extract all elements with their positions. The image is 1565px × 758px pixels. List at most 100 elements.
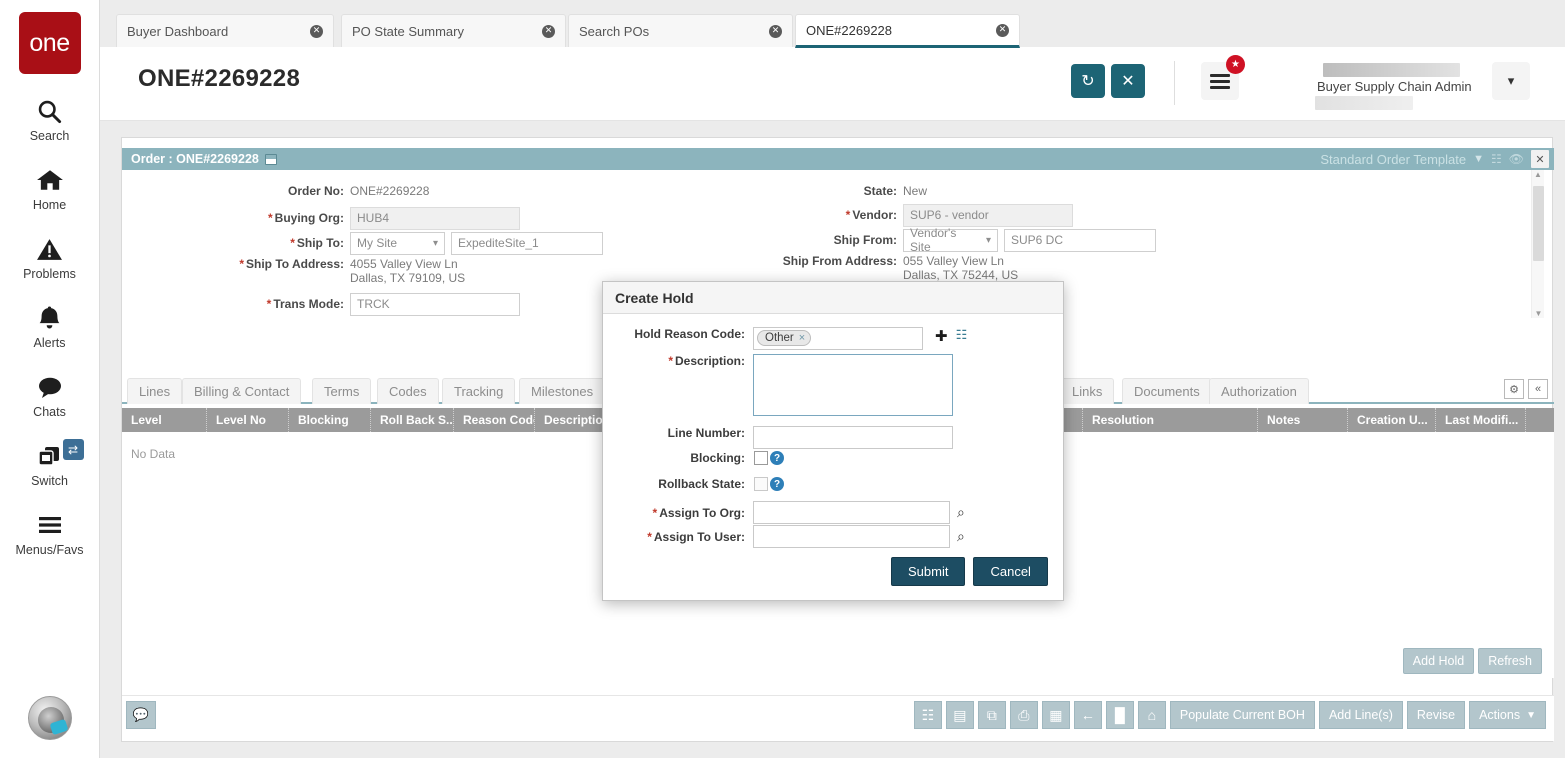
column-notes[interactable]: Notes — [1258, 408, 1348, 432]
sidebar-item-menus-favs[interactable]: Menus/Favs — [0, 510, 100, 557]
eye-icon[interactable]: 👁 — [1509, 152, 1524, 166]
rollback-state-checkbox[interactable] — [754, 477, 768, 491]
field-value: New — [903, 184, 927, 198]
ship-to-select[interactable]: My Site▾ — [350, 232, 445, 255]
description-textarea[interactable] — [753, 354, 953, 416]
back-arrow-icon[interactable]: ← — [1074, 701, 1102, 729]
sidebar-item-problems[interactable]: Problems — [0, 234, 100, 281]
column-roll-back-state[interactable]: Roll Back S... — [371, 408, 454, 432]
add-hold-button[interactable]: Add Hold — [1403, 648, 1474, 674]
hold-reason-chip[interactable]: Other× — [757, 330, 811, 346]
scroll-thumb[interactable] — [1533, 186, 1544, 261]
sidebar-item-alerts[interactable]: Alerts — [0, 303, 100, 350]
close-icon[interactable]: ✕ — [1531, 150, 1549, 168]
cancel-button[interactable]: Cancel — [973, 557, 1047, 586]
refresh-icon[interactable]: ↻ — [1071, 64, 1105, 98]
tab-search-pos[interactable]: Search POs ✕ — [568, 14, 793, 48]
column-level[interactable]: Level — [122, 408, 207, 432]
column-creation-user[interactable]: Creation U... — [1348, 408, 1436, 432]
field-label: *Trans Mode: — [122, 297, 344, 311]
tab-lines[interactable]: Lines — [127, 378, 182, 404]
equipment-select[interactable]: ▾ — [350, 318, 520, 319]
tab-terms[interactable]: Terms — [312, 378, 371, 404]
tab-close-icon[interactable]: ✕ — [769, 25, 782, 38]
hamburger-icon — [36, 510, 64, 540]
card-icon[interactable]: ▤ — [946, 701, 974, 729]
submit-button[interactable]: Submit — [891, 557, 965, 586]
modal-field-hold-reason-code: Hold Reason Code: Other× ✚ ☷ — [603, 327, 967, 350]
tab-close-icon[interactable]: ✕ — [542, 25, 555, 38]
sidebar-item-chats[interactable]: Chats — [0, 372, 100, 419]
field-label: Ship From Address: — [682, 254, 897, 268]
audit-icon[interactable]: ☷ — [914, 701, 942, 729]
tab-close-icon[interactable]: ✕ — [996, 24, 1009, 37]
chevron-down-icon[interactable]: ▼ — [1473, 153, 1484, 165]
plus-circle-icon[interactable]: ✚ — [935, 327, 948, 345]
column-last-modified[interactable]: Last Modifi... — [1436, 408, 1526, 432]
buying-org-input[interactable]: HUB4 — [350, 207, 520, 230]
tab-codes[interactable]: Codes — [377, 378, 439, 404]
copy-icon[interactable]: ⧉ — [978, 701, 1006, 729]
assign-to-org-input[interactable] — [753, 501, 950, 524]
column-blocking[interactable]: Blocking — [289, 408, 371, 432]
tab-buyer-dashboard[interactable]: Buyer Dashboard ✕ — [116, 14, 334, 48]
vendor-input[interactable]: SUP6 - vendor — [903, 204, 1073, 227]
column-level-no[interactable]: Level No — [207, 408, 289, 432]
order-bottom-toolbar: 💬 ☷ ▤ ⧉ ⎙ ▦ ← █ ⌂ Populate Current BOH A… — [122, 695, 1554, 741]
assign-to-user-input[interactable] — [753, 525, 950, 548]
blocking-checkbox[interactable] — [754, 451, 768, 465]
calculator-icon[interactable]: ▦ — [1042, 701, 1070, 729]
order-template-label[interactable]: Standard Order Template — [1320, 152, 1466, 167]
tab-close-icon[interactable]: ✕ — [310, 25, 323, 38]
chart-icon[interactable]: █ — [1106, 701, 1134, 729]
avatar[interactable] — [28, 696, 72, 740]
tab-po-state-summary[interactable]: PO State Summary ✕ — [341, 14, 566, 48]
sidebar-item-home[interactable]: Home — [0, 165, 100, 212]
help-icon[interactable]: ? — [770, 477, 784, 491]
tab-billing-contact[interactable]: Billing & Contact — [182, 378, 301, 404]
sidebar-item-search[interactable]: Search — [0, 96, 100, 143]
switch-badge-icon[interactable]: ⇄ — [63, 439, 84, 460]
tab-documents[interactable]: Documents — [1122, 378, 1212, 404]
collapse-icon[interactable]: « — [1528, 379, 1548, 399]
ship-to-site-input[interactable]: ExpediteSite_1 — [451, 232, 603, 255]
tree-icon[interactable]: ☷ — [1491, 152, 1502, 166]
search-icon[interactable]: ⌕ — [957, 528, 965, 545]
tab-milestones[interactable]: Milestones — [519, 378, 605, 404]
tab-one-2269228[interactable]: ONE#2269228 ✕ — [795, 14, 1020, 48]
field-label: *Ship To Address: — [122, 257, 344, 271]
gear-icon[interactable]: ⚙ — [1504, 379, 1524, 399]
scroll-down-icon[interactable]: ▼ — [1532, 309, 1545, 318]
tab-label: PO State Summary — [352, 24, 464, 39]
hierarchy-icon[interactable]: ☷ — [956, 327, 968, 343]
ship-from-site-input[interactable]: SUP6 DC — [1004, 229, 1156, 252]
line-number-input[interactable] — [753, 426, 953, 449]
app-logo[interactable]: one — [19, 12, 81, 74]
help-icon[interactable]: ? — [770, 451, 784, 465]
scroll-up-icon[interactable]: ▲ — [1532, 170, 1544, 179]
trans-mode-input[interactable]: TRCK — [350, 293, 520, 316]
close-icon[interactable]: ✕ — [1111, 64, 1145, 98]
field-label: *Buying Org: — [122, 211, 344, 225]
add-lines-button[interactable]: Add Line(s) — [1319, 701, 1403, 729]
populate-current-boh-button[interactable]: Populate Current BOH — [1170, 701, 1315, 729]
field-label: Line Number: — [603, 426, 745, 440]
print-icon[interactable]: ⎙ — [1010, 701, 1038, 729]
ship-from-select[interactable]: Vendor's Site▾ — [903, 229, 998, 252]
chevron-down-icon[interactable]: ▾ — [1492, 62, 1530, 100]
search-icon[interactable]: ⌕ — [957, 504, 965, 521]
tab-authorization[interactable]: Authorization — [1209, 378, 1309, 404]
hold-reason-code-input[interactable]: Other× — [753, 327, 923, 350]
revise-button[interactable]: Revise — [1407, 701, 1465, 729]
column-resolution[interactable]: Resolution — [1083, 408, 1258, 432]
field-order-no: Order No: ONE#2269228 — [122, 180, 602, 202]
tab-links[interactable]: Links — [1060, 378, 1114, 404]
chat-send-icon[interactable]: 💬 — [126, 701, 156, 729]
actions-button[interactable]: Actions▼ — [1469, 701, 1546, 729]
form-scrollbar[interactable]: ▲ ▼ — [1531, 170, 1544, 318]
home-icon[interactable]: ⌂ — [1138, 701, 1166, 729]
column-reason-code[interactable]: Reason Code — [454, 408, 535, 432]
sidebar-item-switch[interactable]: ⇄ Switch — [0, 441, 100, 488]
refresh-button[interactable]: Refresh — [1478, 648, 1542, 674]
tab-tracking[interactable]: Tracking — [442, 378, 515, 404]
